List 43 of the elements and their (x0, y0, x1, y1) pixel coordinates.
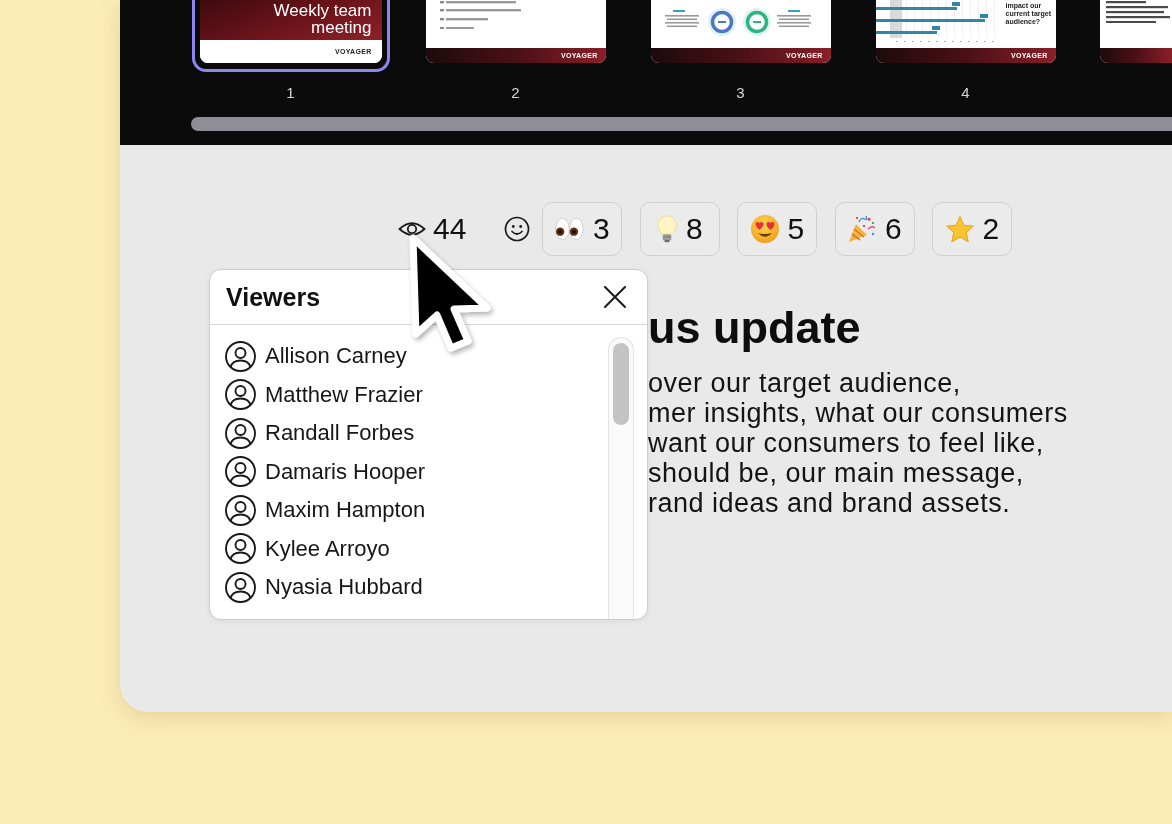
user-avatar-icon (225, 456, 256, 488)
user-avatar-icon (225, 340, 256, 372)
star-emoji-icon (945, 215, 974, 243)
user-avatar-icon (225, 379, 256, 411)
eye-icon (398, 219, 426, 239)
viewer-name: Randall Forbes (265, 420, 415, 447)
viewer-name: Maxim Hampton (265, 497, 426, 524)
light-bulb-emoji-icon (657, 215, 678, 243)
viewer-name: Matthew Frazier (265, 381, 423, 408)
viewer-name: Allison Carney (265, 343, 407, 370)
slide-thumbnail-title: Weekly team meeting (272, 2, 372, 39)
scrollbar-thumb[interactable] (613, 343, 629, 425)
slide-number: 4 (961, 84, 970, 102)
slide-number: 3 (736, 84, 745, 102)
horizontal-scrollbar[interactable] (191, 117, 1172, 131)
heart-eyes-emoji-icon (750, 215, 779, 243)
reaction-button[interactable]: 2 (932, 202, 1013, 256)
slide-number: 1 (286, 84, 295, 102)
party-popper-emoji-icon (848, 215, 877, 243)
popup-title: Viewers (226, 282, 321, 312)
slide-body-text: over our target audience, mer insights, what our consumers want our consumers to feel like, should be, our main message, rand ideas and brand assets. (648, 368, 1069, 518)
reaction-button[interactable]: 8 (639, 202, 720, 256)
smiley-icon (504, 216, 531, 242)
viewer-name: Nyasia Hubbard (265, 574, 423, 601)
viewer-name: Kylee Arroyo (265, 535, 390, 562)
text-lines-drawing (1106, 1, 1170, 24)
close-icon (604, 286, 626, 308)
close-button[interactable] (604, 286, 626, 308)
vertical-scrollbar[interactable] (608, 337, 634, 619)
view-count: 44 (433, 212, 467, 246)
user-avatar-icon (225, 494, 256, 526)
slide-heading: us update (648, 304, 862, 352)
slide-thumbnail[interactable] (1100, 0, 1172, 63)
reaction-button[interactable]: 5 (737, 202, 818, 256)
viewer-name: Damaris Hooper (265, 458, 426, 485)
eyes-emoji-icon (555, 217, 585, 241)
slide-number: 2 (511, 84, 520, 102)
user-avatar-icon (225, 417, 256, 449)
user-avatar-icon (225, 533, 256, 565)
user-avatar-icon (225, 571, 256, 603)
reaction-button[interactable]: 3 (542, 202, 623, 256)
add-reaction-button[interactable] (504, 216, 531, 242)
reaction-button[interactable]: 6 (834, 202, 915, 256)
